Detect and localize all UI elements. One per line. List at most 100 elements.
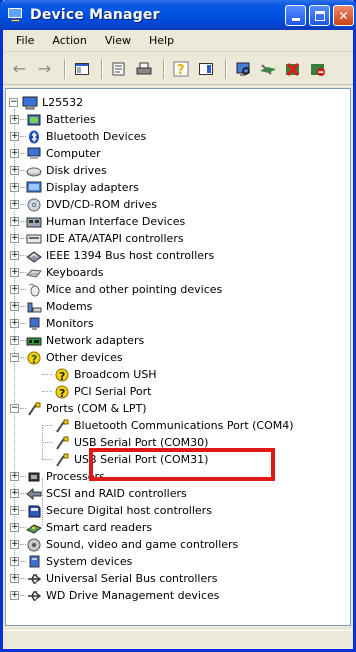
modem-icon [26, 300, 42, 314]
device-manager-app-icon [7, 7, 24, 23]
tree-item-monitors[interactable]: + Monitors [10, 315, 94, 332]
uninstall-icon [285, 62, 299, 76]
forward-button[interactable]: → [34, 59, 55, 79]
help-button[interactable]: ? [170, 59, 191, 79]
expand-icon[interactable]: + [10, 302, 19, 311]
scan-hardware-button[interactable] [232, 59, 253, 79]
tree-item-ports-com-lpt[interactable]: − Ports (COM & LPT) [10, 400, 147, 417]
ieee1394-icon [26, 249, 42, 263]
tree-item-human-interface-devices[interactable]: + Human Interface Devices [10, 213, 185, 230]
expand-icon[interactable]: + [10, 115, 19, 124]
back-button[interactable]: ← [9, 59, 30, 79]
monitor-icon [26, 317, 42, 331]
expand-icon[interactable]: + [10, 132, 19, 141]
tree-item-label: Bluetooth Devices [46, 130, 147, 143]
expand-icon[interactable]: + [10, 149, 19, 158]
expand-icon[interactable]: + [10, 557, 19, 566]
tree-item-disk-drives[interactable]: + Disk drives [10, 162, 107, 179]
title-bar[interactable]: Device Manager ✕ [0, 0, 356, 30]
tree-item-secure-digital-host-controllers[interactable]: + Secure Digital host controllers [10, 502, 212, 519]
export-list-button[interactable] [195, 59, 216, 79]
tree-item-label: Computer [46, 147, 101, 160]
tree-item-other-devices[interactable]: −? Other devices [10, 349, 123, 366]
properties-icon [112, 62, 124, 75]
bluetooth-icon [26, 130, 42, 144]
expand-icon[interactable]: + [10, 336, 19, 345]
sound-icon [26, 538, 42, 552]
minimize-button[interactable] [285, 5, 306, 26]
tree-root[interactable]: − L25532 [9, 94, 83, 111]
update-driver-button[interactable] [257, 59, 278, 79]
tree-item-sound-video-and-game-controllers[interactable]: + Sound, video and game controllers [10, 536, 238, 553]
device-tree[interactable]: − L25532 + Batteries + Bluetooth Devices + Co… [5, 88, 351, 626]
expand-icon[interactable]: + [10, 166, 19, 175]
tree-item-label: Bluetooth Communications Port (COM4) [74, 419, 294, 432]
print-icon [136, 62, 151, 74]
menu-action[interactable]: Action [43, 34, 95, 47]
expand-icon[interactable]: + [10, 217, 19, 226]
tree-item-scsi-and-raid-controllers[interactable]: + SCSI and RAID controllers [10, 485, 187, 502]
tree-item-wd-drive-management-devices[interactable]: + WD Drive Management devices [10, 587, 220, 604]
tree-item-keyboards[interactable]: + Keyboards [10, 264, 103, 281]
toolbar-separator [101, 58, 103, 79]
port-icon [54, 435, 70, 450]
keyboard-icon [26, 266, 42, 280]
disk-drive-icon [26, 164, 42, 178]
disable-button[interactable] [307, 59, 328, 79]
tree-item-ieee-1394-bus-host-controllers[interactable]: + IEEE 1394 Bus host controllers [10, 247, 215, 264]
tree-item-label: Monitors [46, 317, 94, 330]
expand-icon[interactable]: + [10, 251, 19, 260]
tree-item-computer[interactable]: + Computer [10, 145, 101, 162]
tree-item-label: Batteries [46, 113, 96, 126]
expand-icon[interactable]: + [10, 183, 19, 192]
expand-icon[interactable]: + [10, 574, 19, 583]
menu-view[interactable]: View [96, 34, 140, 47]
expand-icon[interactable]: + [10, 472, 19, 481]
tree-item-broadcom-ush[interactable]: ? Broadcom USH [42, 366, 157, 383]
update-driver-icon [259, 63, 276, 75]
tree-item-label: IDE ATA/ATAPI controllers [46, 232, 184, 245]
uninstall-button[interactable] [282, 59, 303, 79]
expand-icon[interactable]: + [10, 200, 19, 209]
menu-help[interactable]: Help [140, 34, 183, 47]
maximize-button[interactable] [309, 5, 330, 26]
tree-item-modems[interactable]: + Modems [10, 298, 92, 315]
tree-item-bluetooth-communications-port-com4[interactable]: Bluetooth Communications Port (COM4) [42, 417, 294, 434]
tree-item-universal-serial-bus-controllers[interactable]: + Universal Serial Bus controllers [10, 570, 217, 587]
svg-text:?: ? [59, 370, 65, 382]
collapse-icon[interactable]: − [10, 404, 19, 413]
expand-icon[interactable]: + [10, 489, 19, 498]
tree-item-smart-card-readers[interactable]: + Smart card readers [10, 519, 152, 536]
tree-item-network-adapters[interactable]: + Network adapters [10, 332, 144, 349]
tree-item-label: Broadcom USH [74, 368, 157, 381]
expand-icon[interactable]: + [10, 591, 19, 600]
collapse-icon[interactable]: − [9, 98, 18, 107]
expand-icon[interactable]: + [10, 319, 19, 328]
tree-item-pci-serial-port[interactable]: ? PCI Serial Port [42, 383, 151, 400]
expand-icon[interactable]: + [10, 234, 19, 243]
tree-item-mice-and-other-pointing-devices[interactable]: + Mice and other pointing devices [10, 281, 222, 298]
menu-file[interactable]: File [7, 34, 43, 47]
expand-icon[interactable]: + [10, 285, 19, 294]
tree-item-ide-ata-atapi-controllers[interactable]: + IDE ATA/ATAPI controllers [10, 230, 184, 247]
close-button[interactable]: ✕ [333, 5, 354, 26]
expand-icon[interactable]: + [10, 268, 19, 277]
print-button[interactable] [133, 59, 154, 79]
collapse-icon[interactable]: − [10, 353, 19, 362]
tree-item-batteries[interactable]: + Batteries [10, 111, 96, 128]
display-adapter-icon [26, 181, 42, 195]
show-hide-console-tree-button[interactable] [71, 59, 92, 79]
properties-button[interactable] [108, 59, 129, 79]
tree-root-label: L25532 [42, 96, 84, 109]
tree-item-dvd-cd-rom-drives[interactable]: + DVD/CD-ROM drives [10, 196, 157, 213]
tree-item-display-adapters[interactable]: + Display adapters [10, 179, 139, 196]
warning-device-icon: ? [54, 385, 70, 399]
tree-item-bluetooth-devices[interactable]: + Bluetooth Devices [10, 128, 147, 145]
expand-icon[interactable]: + [10, 523, 19, 532]
expand-icon[interactable]: + [10, 540, 19, 549]
tree-item-label: IEEE 1394 Bus host controllers [46, 249, 215, 262]
toolbar-separator [225, 58, 227, 79]
tree-item-system-devices[interactable]: + System devices [10, 553, 132, 570]
expand-icon[interactable]: + [10, 506, 19, 515]
tree-item-label: SCSI and RAID controllers [46, 487, 187, 500]
